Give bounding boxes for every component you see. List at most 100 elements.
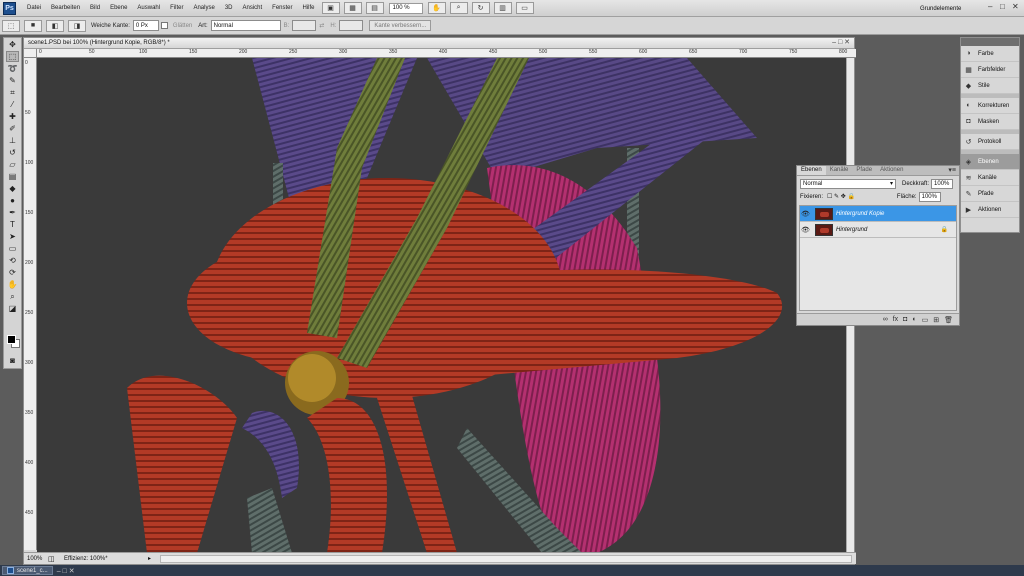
minimize-icon[interactable]: – <box>988 2 992 11</box>
rectangular-marquee-icon[interactable]: ⬚ <box>6 51 19 62</box>
lasso-icon[interactable]: ➰ <box>6 63 19 74</box>
path-selection-icon[interactable]: ➤ <box>6 231 19 242</box>
hand-icon[interactable]: ✋ <box>6 279 19 290</box>
add-mask-icon[interactable]: ◘ <box>903 316 907 323</box>
pen-icon[interactable]: ✒ <box>6 207 19 218</box>
panel-menu-icon[interactable]: ▾≡ <box>948 166 956 174</box>
arrange-documents-icon[interactable]: ▥ <box>493 2 512 14</box>
dock-item-color[interactable]: ◑ Farbe <box>961 46 1019 62</box>
brush-icon[interactable]: ✐ <box>6 123 19 134</box>
menu-3d[interactable]: 3D <box>220 5 238 11</box>
marquee-preset-icon[interactable]: ⬚ <box>2 19 20 32</box>
foreground-color-swatch[interactable] <box>7 335 16 344</box>
menu-hilfe[interactable]: Hilfe <box>298 5 320 11</box>
mini-bridge-icon[interactable]: ▦ <box>343 2 362 14</box>
menu-bearbeiten[interactable]: Bearbeiten <box>46 5 85 11</box>
add-selection-icon[interactable]: ◧ <box>46 19 64 32</box>
antialias-checkbox[interactable] <box>160 22 168 29</box>
status-info-icon[interactable]: ◫ <box>48 555 58 563</box>
layer-row[interactable]: 👁 Hintergrund 🔒 <box>800 222 956 238</box>
link-layers-icon[interactable]: ∞ <box>883 316 888 323</box>
subtract-selection-icon[interactable]: ◨ <box>68 19 86 32</box>
dock-item-actions[interactable]: ▶ Aktionen <box>961 202 1019 218</box>
history-brush-icon[interactable]: ↺ <box>6 147 19 158</box>
layer-style-icon[interactable]: fx <box>893 316 898 323</box>
ruler-origin[interactable] <box>24 49 37 58</box>
dock-item-swatches[interactable]: ▦ Farbfelder <box>961 62 1019 78</box>
delete-layer-icon[interactable]: 🗑 <box>944 316 953 324</box>
hand-tool-icon[interactable]: ✋ <box>427 2 446 14</box>
extras-icon[interactable]: ▤ <box>365 2 384 14</box>
dock-item-styles[interactable]: ◆ Stile <box>961 78 1019 94</box>
maximize-icon[interactable]: □ <box>1000 2 1005 11</box>
clone-stamp-icon[interactable]: ⊥ <box>6 135 19 146</box>
new-selection-icon[interactable]: ■ <box>24 19 42 32</box>
adjustment-layer-icon[interactable]: ◐ <box>912 316 916 323</box>
crop-icon[interactable]: ⌗ <box>6 87 19 98</box>
dock-item-paths[interactable]: ✎ Pfade <box>961 186 1019 202</box>
menu-datei[interactable]: Datei <box>22 5 46 11</box>
layer-row[interactable]: 👁 Hintergrund Kopie <box>800 206 956 222</box>
eraser-icon[interactable]: ▱ <box>6 159 19 170</box>
document-tab[interactable]: scene1.PSD bei 100% (Hintergrund Kopie, … <box>24 38 854 49</box>
tab-aktionen[interactable]: Aktionen <box>876 166 907 175</box>
dock-item-masks[interactable]: ◘ Masken <box>961 114 1019 130</box>
zoom-select[interactable]: 100 % <box>388 2 423 14</box>
dock-item-history[interactable]: ↺ Protokoll <box>961 134 1019 150</box>
zoom-tool-icon[interactable]: ⌕ <box>449 2 468 14</box>
dock-item-adjustments[interactable]: ◐ Korrekturen <box>961 98 1019 114</box>
tab-pfade[interactable]: Pfade <box>852 166 876 175</box>
lock-icons[interactable]: ☐ ✎ ✥ 🔒 <box>827 193 855 200</box>
width-input[interactable] <box>292 20 317 31</box>
height-input[interactable] <box>339 20 364 31</box>
blend-mode-select[interactable]: Normal ▾ <box>800 178 896 189</box>
status-zoom[interactable]: 100% <box>24 556 48 562</box>
quick-selection-icon[interactable]: ✎ <box>6 75 19 86</box>
status-menu-icon[interactable]: ▸ <box>148 555 156 562</box>
zoom-icon[interactable]: ⌕ <box>6 291 19 302</box>
blur-icon[interactable]: ◆ <box>6 183 19 194</box>
new-group-icon[interactable]: ▭ <box>922 316 929 324</box>
swap-icon[interactable]: ⇄ <box>319 22 324 29</box>
feather-input[interactable]: 0 Px <box>132 20 159 31</box>
taskbar-controls-icon[interactable]: – □ ✕ <box>57 567 75 575</box>
menu-fenster[interactable]: Fenster <box>267 5 297 11</box>
style-select[interactable]: Normal <box>210 20 281 31</box>
visibility-eye-icon[interactable]: 👁 <box>800 226 811 234</box>
dock-item-channels[interactable]: ≋ Kanäle <box>961 170 1019 186</box>
panel-dock-header[interactable] <box>961 38 1019 46</box>
menu-analyse[interactable]: Analyse <box>188 5 219 11</box>
dock-item-layers[interactable]: ◈ Ebenen <box>961 154 1019 170</box>
horizontal-scrollbar[interactable] <box>160 554 852 563</box>
type-icon[interactable]: T <box>6 219 19 230</box>
new-layer-icon[interactable]: ⊞ <box>933 316 939 324</box>
eyedropper-icon[interactable]: ⁄ <box>6 99 19 110</box>
menu-ebene[interactable]: Ebene <box>105 5 132 11</box>
rotate-view-icon[interactable]: ↻ <box>471 2 490 14</box>
menu-ansicht[interactable]: Ansicht <box>237 5 267 11</box>
refine-edge-button[interactable]: Kante verbessern... <box>369 20 432 31</box>
menu-bild[interactable]: Bild <box>85 5 105 11</box>
tab-ebenen[interactable]: Ebenen <box>797 166 826 175</box>
menu-filter[interactable]: Filter <box>165 5 188 11</box>
bridge-icon[interactable]: ▣ <box>321 2 340 14</box>
close-icon[interactable]: ✕ <box>1012 2 1019 11</box>
fill-input[interactable]: 100% <box>918 191 941 202</box>
image-canvas[interactable] <box>37 58 848 553</box>
move-tool-icon[interactable]: ✥ <box>6 39 19 50</box>
dodge-icon[interactable]: ● <box>6 195 19 206</box>
opacity-input[interactable]: 100% <box>931 178 954 189</box>
workspace-select[interactable]: Grundelemente <box>920 3 972 14</box>
default-colors-icon[interactable]: ◪ <box>6 303 19 314</box>
3d-orbit-icon[interactable]: ⟳ <box>6 267 19 278</box>
3d-rotate-icon[interactable]: ⟲ <box>6 255 19 266</box>
visibility-eye-icon[interactable]: 👁 <box>800 210 811 218</box>
screen-mode-icon[interactable]: ▭ <box>515 2 534 14</box>
document-window-controls[interactable]: – □ ✕ <box>832 38 850 46</box>
taskbar-document-button[interactable]: scene1_c... <box>2 566 53 575</box>
gradient-icon[interactable]: ▤ <box>6 171 19 182</box>
healing-brush-icon[interactable]: ✚ <box>6 111 19 122</box>
quick-mask-icon[interactable]: ◙ <box>6 355 19 366</box>
tab-kanaele[interactable]: Kanäle <box>826 166 853 175</box>
shape-icon[interactable]: ▭ <box>6 243 19 254</box>
